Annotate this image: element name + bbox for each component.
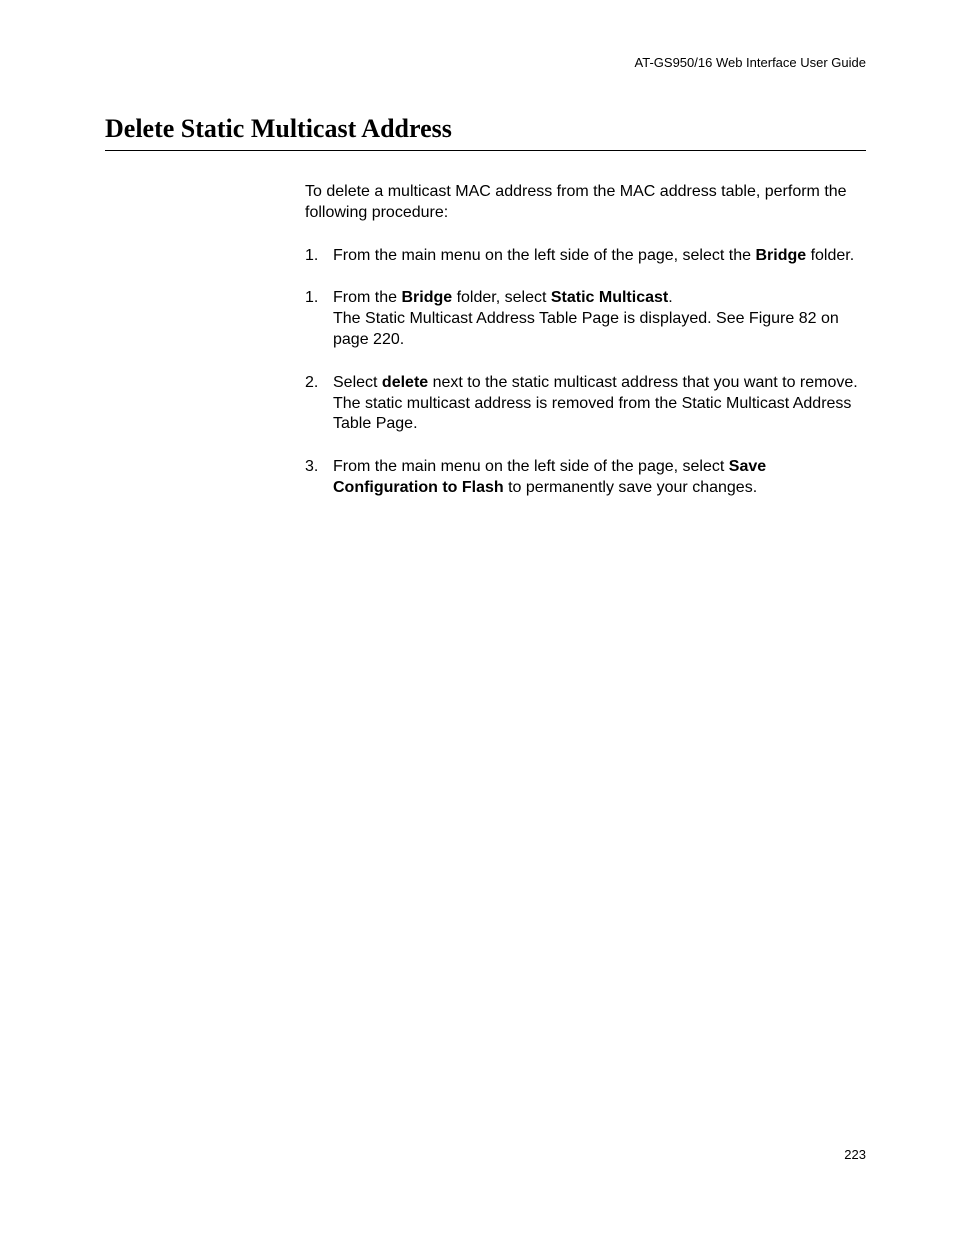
step-number: 1. bbox=[305, 246, 333, 267]
page-title-block: Delete Static Multicast Address bbox=[105, 114, 866, 151]
step-item: 1.From the main menu on the left side of… bbox=[305, 246, 866, 267]
text-run: The Static Multicast Address Table Page … bbox=[333, 310, 839, 348]
text-run: . bbox=[668, 289, 672, 306]
text-run: folder. bbox=[806, 247, 854, 264]
content: To delete a multicast MAC address from t… bbox=[305, 182, 866, 521]
step-number: 1. bbox=[305, 288, 333, 350]
intro-text: To delete a multicast MAC address from t… bbox=[305, 182, 866, 224]
text-run: From the main menu on the left side of t… bbox=[333, 458, 729, 475]
text-run: next to the static multicast address tha… bbox=[428, 374, 858, 391]
text-run: Bridge bbox=[401, 289, 452, 306]
step-number: 3. bbox=[305, 457, 333, 499]
step-body: Select delete next to the static multica… bbox=[333, 373, 866, 435]
text-run: The static multicast address is removed … bbox=[333, 395, 851, 433]
text-run: Select bbox=[333, 374, 382, 391]
step-item: 1.From the Bridge folder, select Static … bbox=[305, 288, 866, 350]
steps-list: 1.From the main menu on the left side of… bbox=[305, 246, 866, 499]
text-run: From the bbox=[333, 289, 401, 306]
step-body: From the main menu on the left side of t… bbox=[333, 457, 866, 499]
text-run: Static Multicast bbox=[551, 289, 668, 306]
text-run: Bridge bbox=[755, 247, 806, 264]
title-rule bbox=[105, 150, 866, 151]
text-run: delete bbox=[382, 374, 428, 391]
step-body: From the Bridge folder, select Static Mu… bbox=[333, 288, 866, 350]
text-run: From the main menu on the left side of t… bbox=[333, 247, 755, 264]
step-item: 3.From the main menu on the left side of… bbox=[305, 457, 866, 499]
page-title: Delete Static Multicast Address bbox=[105, 114, 866, 148]
step-item: 2.Select delete next to the static multi… bbox=[305, 373, 866, 435]
doc-header: AT-GS950/16 Web Interface User Guide bbox=[635, 55, 866, 70]
page-number: 223 bbox=[844, 1147, 866, 1162]
step-number: 2. bbox=[305, 373, 333, 435]
step-body: From the main menu on the left side of t… bbox=[333, 246, 866, 267]
text-run: to permanently save your changes. bbox=[504, 479, 757, 496]
text-run: folder, select bbox=[452, 289, 551, 306]
